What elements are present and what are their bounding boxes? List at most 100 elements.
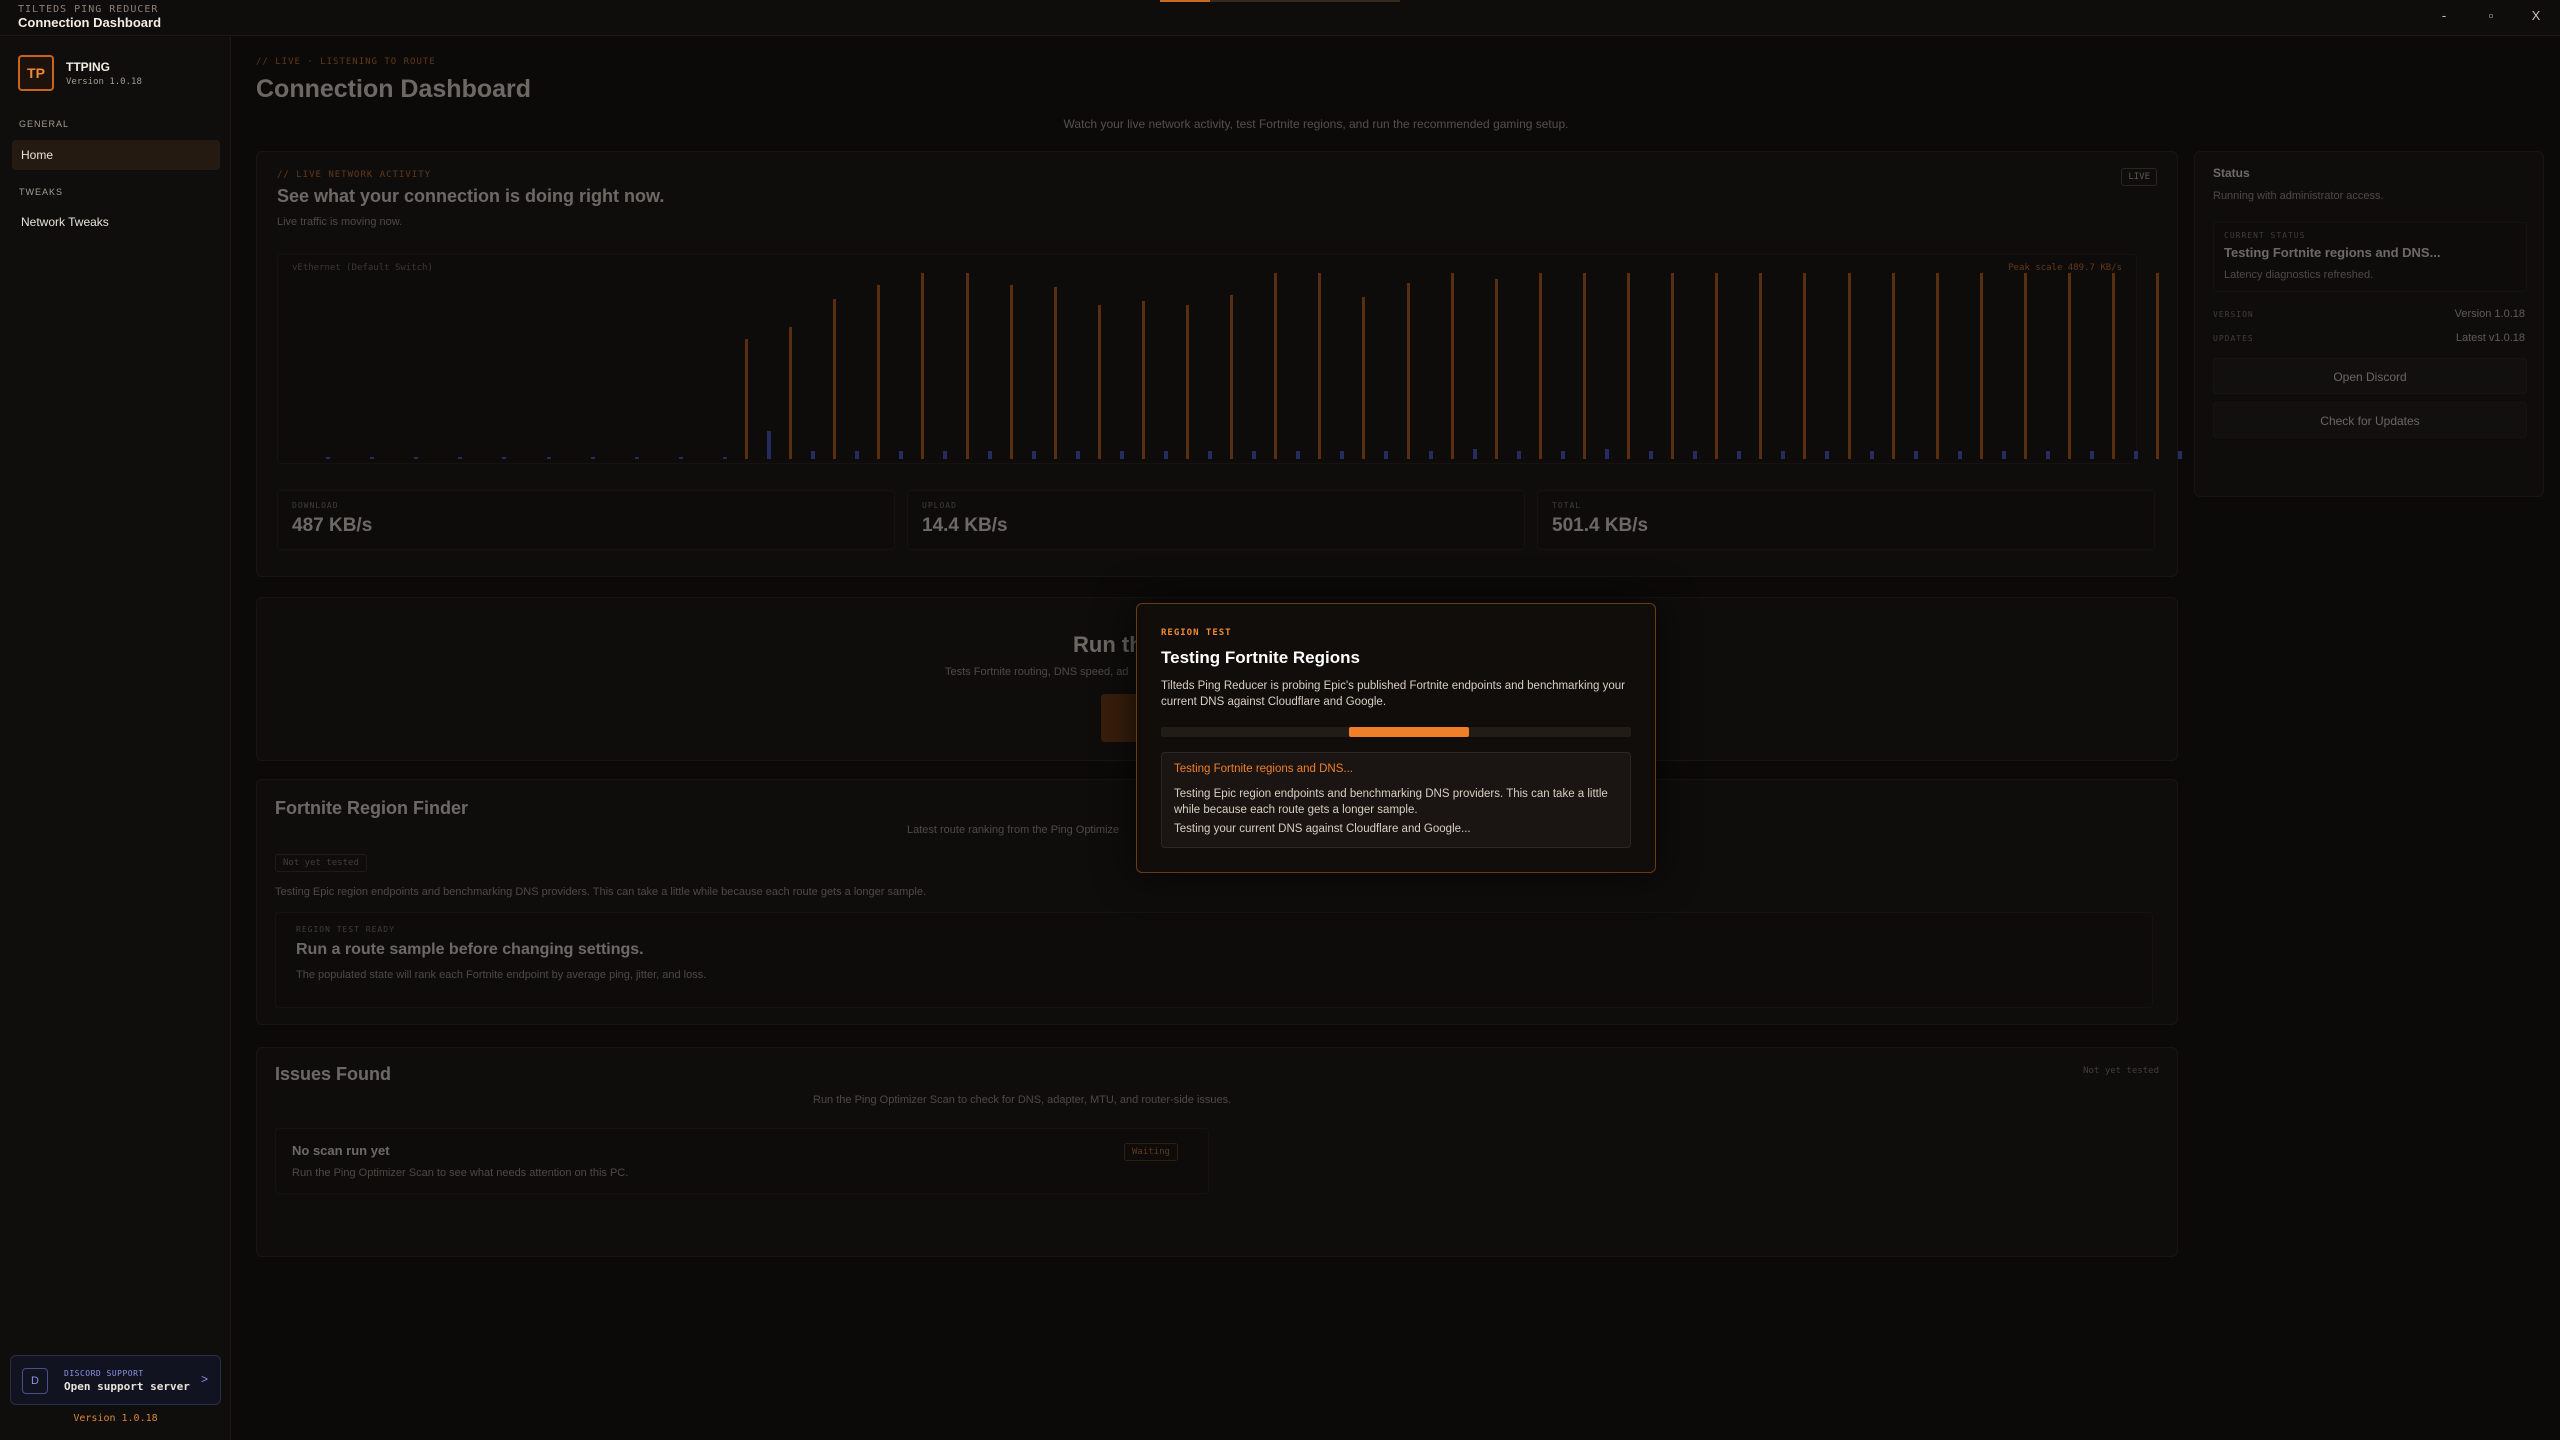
page-title: Connection Dashboard: [256, 75, 532, 103]
upload-label: UPLOAD: [922, 501, 957, 510]
download-bar: [877, 285, 881, 459]
download-bar: [1230, 295, 1234, 459]
download-label: DOWNLOAD: [292, 501, 339, 510]
sidebar-item-network-tweaks[interactable]: Network Tweaks: [12, 207, 220, 237]
download-bar: [1406, 283, 1410, 459]
download-bar: [745, 339, 748, 459]
region-finder-title: Fortnite Region Finder: [275, 798, 468, 818]
download-bar: [789, 327, 793, 459]
region-ready-title: Run a route sample before changing setti…: [296, 941, 644, 958]
log-line-current: Testing Fortnite regions and DNS...: [1174, 763, 1353, 775]
chevron-right-icon: >: [200, 1372, 208, 1386]
upload-bar: [370, 457, 375, 459]
discord-support-button[interactable]: D DISCORD SUPPORT Open support server >: [10, 1355, 221, 1405]
download-bar: [1450, 273, 1454, 459]
download-bar: [1891, 273, 1895, 459]
log-line-dns: Testing your current DNS against Cloudfl…: [1174, 823, 1471, 835]
upload-bar: [2134, 451, 2139, 459]
total-stat: TOTAL 501.4 KB/s: [1537, 490, 2155, 550]
upload-bar: [502, 457, 507, 459]
upload-bar: [1781, 451, 1786, 459]
upload-bar: [1163, 451, 1168, 459]
progress-fill: [1349, 727, 1469, 737]
region-ready-desc: The populated state will rank each Fortn…: [296, 969, 707, 981]
status-card: Status Running with administrator access…: [2194, 151, 2544, 497]
region-ready-kicker: REGION TEST READY: [296, 925, 395, 934]
title-progress-line: [1160, 0, 1400, 2]
issues-subtitle: Run the Ping Optimizer Scan to check for…: [813, 1094, 1232, 1106]
discord-text: Open support server: [64, 1380, 190, 1393]
nav-section-general: GENERAL: [19, 119, 70, 129]
current-status-box: CURRENT STATUS Testing Fortnite regions …: [2213, 222, 2527, 292]
activity-title: See what your connection is doing right …: [277, 186, 665, 206]
modal-title: Testing Fortnite Regions: [1161, 648, 1360, 667]
upload-bar: [326, 457, 330, 459]
download-bar: [1186, 305, 1189, 459]
upload-bar: [1649, 451, 1653, 459]
network-activity-card: // LIVE NETWORK ACTIVITY See what your c…: [256, 151, 2491, 577]
download-bar: [965, 273, 969, 459]
brand-name: TTPING: [66, 59, 110, 74]
download-bar: [2068, 273, 2071, 459]
download-bar: [1803, 273, 1807, 459]
open-discord-button[interactable]: Open Discord: [2213, 358, 2527, 394]
upload-bar: [634, 457, 639, 459]
close-button[interactable]: X: [2524, 8, 2548, 23]
download-bar: [1053, 287, 1057, 459]
upload-bar: [1428, 451, 1433, 459]
region-ready-box: REGION TEST READY Run a route sample bef…: [275, 912, 2153, 1008]
upload-bar: [1913, 451, 1918, 459]
issues-title: Issues Found: [275, 1064, 392, 1084]
download-bar: [921, 273, 925, 459]
download-bar: [1847, 273, 1851, 459]
modal-kicker: REGION TEST: [1161, 628, 1232, 638]
download-bar: [1979, 273, 1983, 459]
activity-subtitle: Live traffic is moving now.: [277, 216, 403, 228]
peak-scale-label: Peak scale 489.7 KB/s: [2008, 263, 2122, 273]
upload-bar: [1560, 451, 1565, 459]
discord-label: DISCORD SUPPORT: [64, 1369, 144, 1378]
issue-item: No scan run yet Run the Ping Optimizer S…: [275, 1128, 1209, 1194]
issues-pill: Not yet tested: [2083, 1066, 2159, 1076]
download-bar: [1671, 273, 1675, 459]
brand-version: Version 1.0.18: [66, 76, 142, 87]
current-status-note: Latency diagnostics refreshed.: [2224, 269, 2374, 281]
live-badge: LIVE: [2121, 168, 2157, 186]
upload-bar: [678, 457, 683, 459]
download-stat: DOWNLOAD 487 KB/s: [277, 490, 895, 550]
upload-bar: [1208, 451, 1212, 459]
current-status-label: CURRENT STATUS: [2224, 231, 2306, 240]
download-bar: [1318, 273, 1322, 459]
discord-icon: D: [22, 1368, 48, 1394]
upload-bar: [458, 457, 463, 459]
issues-card: Issues Found Not yet tested Run the Ping…: [256, 1047, 2178, 1257]
region-status-pill: Not yet tested: [275, 854, 367, 872]
updates-value: Latest v1.0.18: [2455, 332, 2525, 344]
upload-bar: [855, 451, 860, 459]
sidebar: TP TTPING Version 1.0.18 GENERAL Home TW…: [0, 37, 231, 1440]
region-test-modal: REGION TEST Testing Fortnite Regions Til…: [1136, 603, 1656, 873]
optimizer-desc: Tests Fortnite routing, DNS speed, ad: [945, 666, 1129, 678]
upload-bar: [1119, 451, 1124, 459]
download-bar: [1759, 273, 1763, 459]
check-updates-button[interactable]: Check for Updates: [2213, 402, 2527, 438]
download-bar: [1097, 305, 1101, 459]
region-finder-note: Testing Epic region endpoints and benchm…: [275, 886, 926, 898]
download-bar: [1494, 279, 1498, 459]
app-caption: TILTEDS PING REDUCER: [18, 4, 159, 15]
upload-bar: [899, 451, 904, 459]
maximize-button[interactable]: ▫: [2479, 8, 2503, 23]
nav-section-tweaks: TWEAKS: [19, 187, 64, 197]
upload-bar: [590, 457, 595, 459]
download-bar: [2023, 273, 2027, 459]
minimize-button[interactable]: -: [2432, 8, 2456, 23]
total-value: 501.4 KB/s: [1552, 515, 1649, 536]
upload-bar: [414, 457, 419, 459]
download-bar: [1274, 273, 1278, 459]
upload-bar: [943, 451, 948, 459]
upload-bar: [546, 457, 551, 459]
modal-description: Tilteds Ping Reducer is probing Epic's p…: [1161, 680, 1625, 708]
sidebar-item-home[interactable]: Home: [12, 140, 220, 170]
upload-bar: [1031, 451, 1036, 459]
upload-bar: [2045, 451, 2050, 459]
